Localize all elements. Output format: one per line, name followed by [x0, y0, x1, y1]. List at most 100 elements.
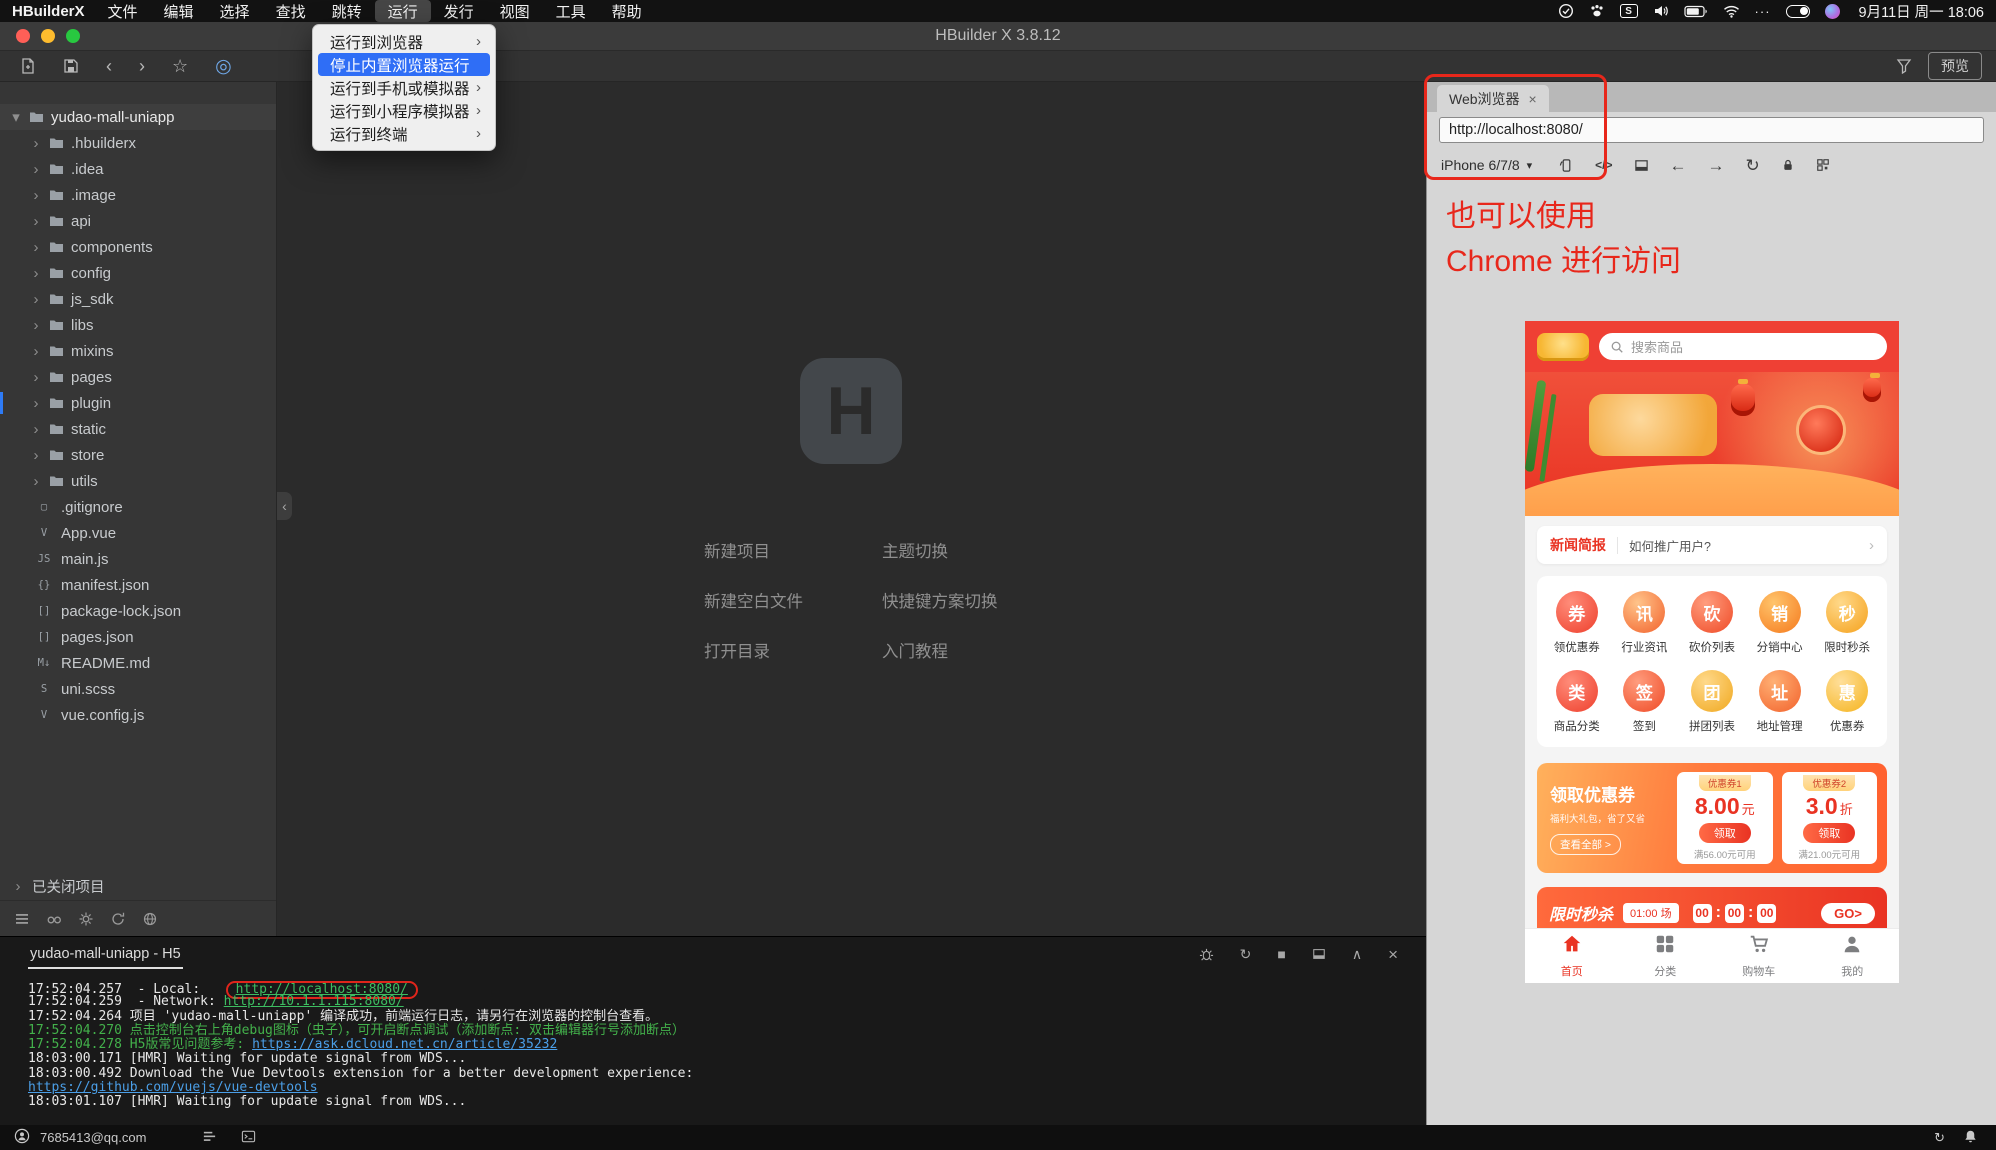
- coupon-card-0[interactable]: 优惠券1 8.00 元领取 满56.00元可用: [1677, 772, 1773, 864]
- nav-item-7[interactable]: 团拼团列表: [1678, 670, 1746, 734]
- qrcode-icon[interactable]: [1816, 158, 1830, 172]
- more-icon[interactable]: ···: [1755, 3, 1771, 19]
- account-email[interactable]: 7685413@qq.com: [40, 1130, 146, 1145]
- menubar-item-7[interactable]: 视图: [487, 0, 543, 22]
- tree-folder-9[interactable]: › pages: [0, 364, 276, 390]
- tree-file-5[interactable]: [] pages.json: [0, 624, 276, 650]
- flash-sale-go-button[interactable]: GO>: [1821, 902, 1875, 924]
- run-menu-item-3[interactable]: 运行到小程序模拟器 ›: [318, 99, 490, 122]
- tree-file-6[interactable]: M↓ README.md: [0, 650, 276, 676]
- news-bar[interactable]: 新闻简报 如何推广用户? ›: [1537, 526, 1887, 564]
- refresh-icon[interactable]: ↻: [1746, 157, 1760, 174]
- run-menu-item-2[interactable]: 运行到手机或模拟器 ›: [318, 76, 490, 99]
- tabbar-item-home[interactable]: 首页: [1525, 929, 1619, 983]
- sync-icon[interactable]: [110, 911, 126, 927]
- tree-file-3[interactable]: {} manifest.json: [0, 572, 276, 598]
- nav-item-9[interactable]: 惠优惠券: [1813, 670, 1881, 734]
- nav-forward-icon[interactable]: →: [1708, 157, 1725, 174]
- coupon-claim-button[interactable]: 领取: [1803, 823, 1856, 843]
- tree-folder-6[interactable]: › js_sdk: [0, 286, 276, 312]
- lock-icon[interactable]: [1781, 158, 1795, 172]
- coupon-view-all-button[interactable]: 查看全部 >: [1550, 834, 1622, 855]
- menubar-clock[interactable]: 9月11日 周一 18:06: [1859, 1, 1984, 22]
- menubar-item-2[interactable]: 选择: [207, 0, 263, 22]
- notifications-bell-icon[interactable]: [1963, 1129, 1978, 1147]
- tabbar-item-grid[interactable]: 分类: [1619, 929, 1713, 983]
- welcome-link-left-2[interactable]: 打开目录: [704, 638, 882, 662]
- closed-projects-row[interactable]: › 已关闭项目: [0, 872, 276, 900]
- terminal-icon[interactable]: [241, 1129, 256, 1147]
- settings-icon[interactable]: [78, 911, 94, 927]
- update-icon[interactable]: ↻: [1934, 1130, 1945, 1146]
- tree-file-7[interactable]: Suni.scss: [0, 676, 276, 702]
- console-link[interactable]: https://github.com/vuejs/vue-devtools: [28, 1080, 318, 1095]
- paw-icon[interactable]: [1589, 3, 1605, 19]
- rotate-device-icon[interactable]: [1559, 158, 1574, 173]
- url-input[interactable]: [1439, 117, 1984, 143]
- save-icon[interactable]: [63, 58, 79, 74]
- console-link[interactable]: https://ask.dcloud.net.cn/article/35232: [252, 1037, 557, 1052]
- tree-folder-10[interactable]: › plugin: [0, 390, 276, 416]
- tabbar-item-cart[interactable]: 购物车: [1712, 929, 1806, 983]
- tree-file-0[interactable]: ▢ .gitignore: [0, 494, 276, 520]
- tree-folder-4[interactable]: › components: [0, 234, 276, 260]
- nav-item-6[interactable]: 签签到: [1611, 670, 1679, 734]
- tree-file-4[interactable]: [] package-lock.json: [0, 598, 276, 624]
- tree-folder-1[interactable]: › .idea: [0, 156, 276, 182]
- tree-folder-5[interactable]: › config: [0, 260, 276, 286]
- menubar-item-5[interactable]: 运行: [374, 0, 431, 22]
- outline-icon[interactable]: [202, 1129, 217, 1147]
- menubar-item-8[interactable]: 工具: [543, 0, 599, 22]
- close-tab-icon[interactable]: ×: [1529, 91, 1537, 107]
- menubar-app-name[interactable]: HBuilderX: [12, 3, 85, 20]
- tree-folder-7[interactable]: › libs: [0, 312, 276, 338]
- star-icon[interactable]: ☆: [172, 57, 188, 75]
- forward-icon[interactable]: ›: [139, 57, 145, 75]
- console-link[interactable]: http://10.1.1.115:8080/: [224, 994, 404, 1009]
- wifi-icon[interactable]: [1723, 3, 1740, 19]
- project-row[interactable]: ▾ yudao-mall-uniapp: [0, 104, 276, 130]
- menubar-item-1[interactable]: 编辑: [151, 0, 207, 22]
- welcome-link-right-0[interactable]: 主题切换: [882, 538, 948, 562]
- tree-file-1[interactable]: V App.vue: [0, 520, 276, 546]
- tree-file-8[interactable]: Vvue.config.js: [0, 702, 276, 728]
- tree-file-2[interactable]: JS main.js: [0, 546, 276, 572]
- menubar-item-6[interactable]: 发行: [431, 0, 487, 22]
- siri-icon[interactable]: [1824, 3, 1840, 19]
- panel-layout-icon[interactable]: [1312, 947, 1326, 961]
- new-file-icon[interactable]: [20, 58, 36, 74]
- tree-folder-12[interactable]: › store: [0, 442, 276, 468]
- filter-icon[interactable]: [1896, 58, 1912, 74]
- tree-folder-0[interactable]: › .hbuilderx: [0, 130, 276, 156]
- tree-folder-8[interactable]: › mixins: [0, 338, 276, 364]
- tree-folder-11[interactable]: › static: [0, 416, 276, 442]
- nav-item-2[interactable]: 砍砍价列表: [1678, 591, 1746, 655]
- nav-item-8[interactable]: 址地址管理: [1746, 670, 1814, 734]
- device-select[interactable]: iPhone 6/7/8 ▾: [1441, 157, 1532, 173]
- tree-folder-3[interactable]: › api: [0, 208, 276, 234]
- run-menu-item-1[interactable]: 停止内置浏览器运行: [318, 53, 490, 76]
- console-view-icon[interactable]: [1634, 158, 1649, 173]
- welcome-link-left-1[interactable]: 新建空白文件: [704, 588, 882, 612]
- tabbar-item-user[interactable]: 我的: [1806, 929, 1900, 983]
- run-icon[interactable]: ◎: [215, 57, 232, 76]
- nav-item-5[interactable]: 类商品分类: [1543, 670, 1611, 734]
- menubar-item-9[interactable]: 帮助: [599, 0, 655, 22]
- speaker-icon[interactable]: [1653, 3, 1669, 19]
- tree-folder-2[interactable]: › .image: [0, 182, 276, 208]
- nav-item-3[interactable]: 销分销中心: [1746, 591, 1814, 655]
- coupon-claim-button[interactable]: 领取: [1698, 823, 1751, 843]
- tree-folder-13[interactable]: › utils: [0, 468, 276, 494]
- preview-button[interactable]: 预览: [1928, 52, 1982, 80]
- account-avatar-icon[interactable]: [14, 1128, 30, 1147]
- run-menu-item-0[interactable]: 运行到浏览器 ›: [318, 30, 490, 53]
- stop-icon[interactable]: ■: [1277, 947, 1285, 961]
- nav-item-4[interactable]: 秒限时秒杀: [1813, 591, 1881, 655]
- welcome-link-right-2[interactable]: 入门教程: [882, 638, 948, 662]
- nav-back-icon[interactable]: ←: [1670, 157, 1687, 174]
- console-tab[interactable]: yudao-mall-uniapp - H5: [28, 939, 183, 969]
- menubar-item-3[interactable]: 查找: [263, 0, 319, 22]
- browser-tab[interactable]: Web浏览器 ×: [1437, 85, 1549, 112]
- welcome-link-right-1[interactable]: 快捷键方案切换: [882, 588, 998, 612]
- menubar-item-0[interactable]: 文件: [95, 0, 151, 22]
